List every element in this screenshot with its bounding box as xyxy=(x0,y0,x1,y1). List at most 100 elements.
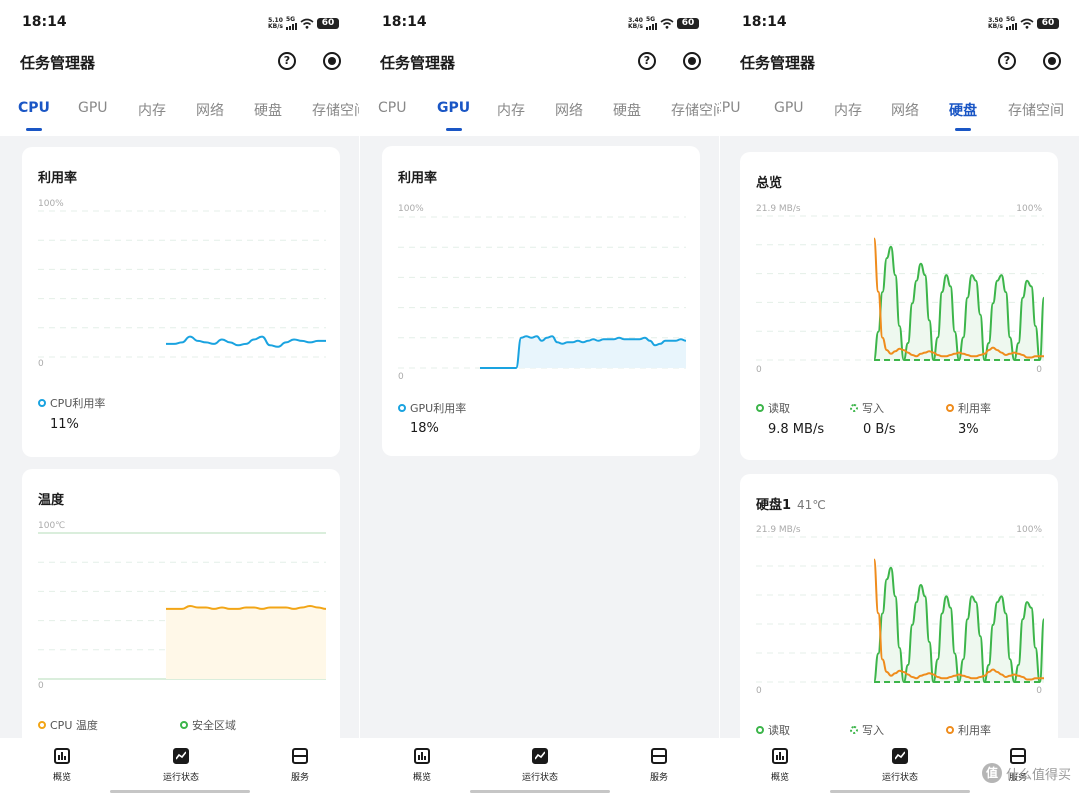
tab-cpu[interactable]: CPU xyxy=(18,100,50,131)
gpu-usage-value: 18% xyxy=(410,421,439,436)
tab-bar: CPU GPU 内存 网络 硬盘 存储空间 xyxy=(0,100,359,131)
nav-running-status[interactable]: 运行状态 xyxy=(870,748,930,783)
y-left-max-label: 21.9 MB/s xyxy=(756,525,801,535)
tab-disk[interactable]: 硬盘 xyxy=(613,100,641,120)
write-value: 0 B/s xyxy=(863,422,896,437)
tab-storage[interactable]: 存储空间 xyxy=(671,100,719,120)
watermark: 值 什么值得买 xyxy=(981,763,1071,783)
chart-bars-icon xyxy=(54,748,70,764)
record-icon[interactable] xyxy=(683,52,701,70)
y-min-label: 0 xyxy=(398,372,404,382)
legend-cpu-usage: CPU利用率 xyxy=(38,395,105,411)
legend-dot xyxy=(756,404,764,412)
page-title: 任务管理器 xyxy=(380,54,456,72)
tab-gpu[interactable]: GPU xyxy=(78,100,108,116)
battery-icon: 60 xyxy=(677,18,699,29)
y-max-label: 100℃ xyxy=(38,521,65,531)
bottom-nav: 概览 运行状态 服务 xyxy=(360,738,719,797)
status-icons: 3.50 KB/s 5G 60 xyxy=(988,17,1059,30)
status-icons: 3.40 KB/s 5G 60 xyxy=(628,17,699,30)
status-bar: 18:14 3.40 KB/s 5G 60 xyxy=(382,14,699,34)
tab-disk[interactable]: 硬盘 xyxy=(949,100,977,131)
net-speed: 3.50 KB/s xyxy=(988,16,1003,30)
page-title: 任务管理器 xyxy=(20,54,96,72)
header-area: 18:14 5.10 KB/s 5G 60 任务管理器 ? CPU GPU 内存 … xyxy=(0,0,359,136)
signal-icon: 5G xyxy=(646,17,657,30)
nav-overview[interactable]: 概览 xyxy=(750,748,810,783)
legend-dot xyxy=(398,404,406,412)
title-bar: 任务管理器 ? xyxy=(20,50,341,74)
trend-icon xyxy=(532,748,548,764)
screen-disk: 18:14 3.50KB/s 5G 60 任务管理器 ? CPU GPU 内存 … xyxy=(720,0,1079,797)
legend-gpu-usage: GPU利用率 xyxy=(398,400,466,416)
cpu-usage-value: 11% xyxy=(50,417,79,432)
tab-network[interactable]: 网络 xyxy=(891,100,919,120)
status-bar: 18:14 5.10 KB/s 5G 60 xyxy=(22,14,339,34)
wifi-icon xyxy=(660,18,674,29)
y-right-min-label: 0 xyxy=(1036,686,1042,696)
tab-storage[interactable]: 存储空间 xyxy=(1008,100,1064,120)
nav-overview[interactable]: 概览 xyxy=(32,748,92,783)
legend-utilization: 利用率 xyxy=(946,400,991,416)
y-right-max-label: 100% xyxy=(1016,525,1042,535)
legend-utilization: 利用率 xyxy=(946,722,991,738)
tab-memory[interactable]: 内存 xyxy=(497,100,525,120)
net-speed: 3.40 KB/s xyxy=(628,16,643,30)
y-left-min-label: 0 xyxy=(756,686,762,696)
tab-memory[interactable]: 内存 xyxy=(834,100,862,120)
record-icon[interactable] xyxy=(1043,52,1061,70)
utilization-value: 3% xyxy=(958,422,979,437)
legend-read: 读取 xyxy=(756,722,790,738)
status-bar: 18:14 3.50 KB/s 5G 60 xyxy=(742,14,1059,34)
y-left-max-label: 21.9 MB/s xyxy=(756,204,801,214)
nav-running-status[interactable]: 运行状态 xyxy=(151,748,211,783)
tab-storage[interactable]: 存储空间 xyxy=(312,100,359,120)
cpu-temp-area xyxy=(166,606,326,679)
tab-gpu[interactable]: GPU xyxy=(774,100,804,116)
tab-cpu[interactable]: CPU xyxy=(720,100,740,116)
status-time: 18:14 xyxy=(742,14,787,30)
legend-dot xyxy=(38,721,46,729)
legend-dot xyxy=(180,721,188,729)
cpu-temp-chart: 100℃ 0 xyxy=(38,521,327,691)
signal-icon: 5G xyxy=(1006,17,1017,30)
title-bar: 任务管理器 ? xyxy=(380,50,701,74)
legend-cpu-temp: CPU 温度 xyxy=(38,717,98,733)
legend-write: 写入 xyxy=(850,722,884,738)
tab-network[interactable]: 网络 xyxy=(196,100,224,120)
nav-services[interactable]: 服务 xyxy=(270,748,330,783)
trend-icon xyxy=(173,748,189,764)
watermark-text: 什么值得买 xyxy=(1005,767,1071,783)
status-time: 18:14 xyxy=(22,14,67,30)
legend-safe-zone: 安全区域 xyxy=(180,717,236,733)
y-max-label: 100% xyxy=(398,204,424,214)
nav-overview[interactable]: 概览 xyxy=(392,748,452,783)
wifi-icon xyxy=(1020,18,1034,29)
server-icon xyxy=(292,748,308,764)
tab-disk[interactable]: 硬盘 xyxy=(254,100,282,120)
trend-icon xyxy=(892,748,908,764)
header-area: 18:14 3.50KB/s 5G 60 任务管理器 ? CPU GPU 内存 … xyxy=(720,0,1079,136)
help-icon[interactable]: ? xyxy=(278,52,296,70)
home-indicator xyxy=(469,790,610,793)
y-min-label: 0 xyxy=(38,359,44,369)
read-value: 9.8 MB/s xyxy=(768,422,825,437)
tab-bar: CPU GPU 内存 网络 硬盘 存储空间 xyxy=(360,100,719,131)
tab-network[interactable]: 网络 xyxy=(555,100,583,120)
tab-cpu[interactable]: CPU xyxy=(378,100,406,116)
cpu-usage-card: 利用率 100% 0 CPU利用率 11% xyxy=(22,147,340,457)
bottom-nav: 概览 运行状态 服务 xyxy=(0,738,359,797)
nav-services[interactable]: 服务 xyxy=(629,748,689,783)
legend-dot xyxy=(946,404,954,412)
legend-dot xyxy=(756,726,764,734)
help-icon[interactable]: ? xyxy=(638,52,656,70)
record-icon[interactable] xyxy=(323,52,341,70)
nav-running-status[interactable]: 运行状态 xyxy=(510,748,570,783)
help-icon[interactable]: ? xyxy=(998,52,1016,70)
title-bar: 任务管理器 ? xyxy=(740,50,1061,74)
tab-memory[interactable]: 内存 xyxy=(138,100,166,120)
net-speed: 5.10 KB/s xyxy=(268,16,283,30)
tab-gpu[interactable]: GPU xyxy=(437,100,470,131)
legend-dot xyxy=(38,399,46,407)
screen-cpu: 18:14 5.10 KB/s 5G 60 任务管理器 ? CPU GPU 内存 … xyxy=(0,0,359,797)
